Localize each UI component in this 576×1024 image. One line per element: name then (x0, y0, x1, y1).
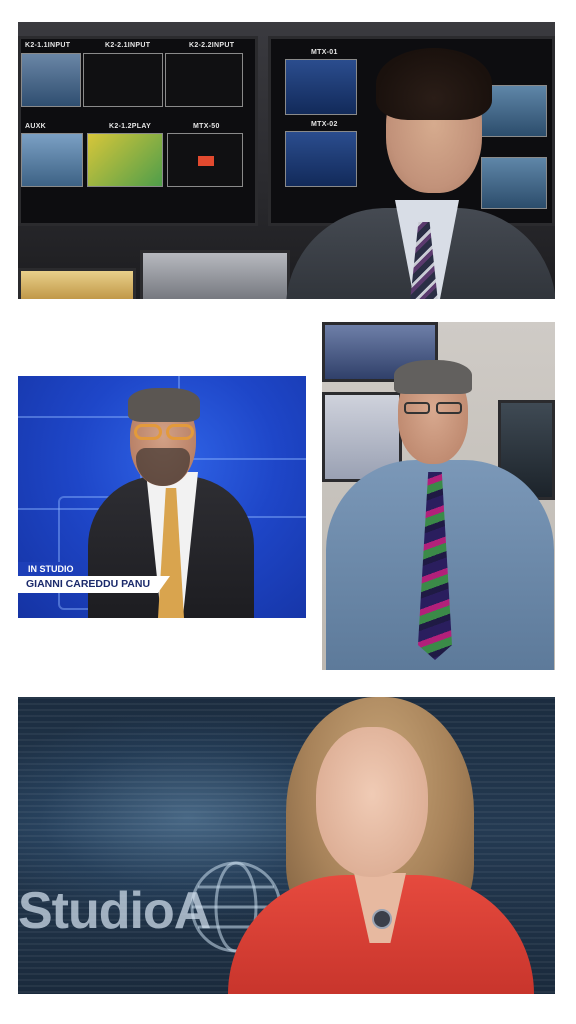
glasses-icon (402, 402, 464, 414)
monitor-wall-left: K2-1.1INPUT K2-2.1INPUT K2-2.2INPUT AUXK… (18, 36, 258, 226)
monitor-label: K2-2.2INPUT (189, 42, 235, 49)
lower-third-tag: IN STUDIO (18, 562, 80, 576)
monitor-tile (87, 133, 163, 187)
monitor-label: K2-1.1INPUT (25, 42, 71, 49)
monitor-label: K2-2.1INPUT (105, 42, 151, 49)
photo-blue-studio: IN STUDIO GIANNI CAREDDU PANU (18, 376, 306, 618)
monitor-label: K2-1.2PLAY (109, 123, 152, 130)
monitor-tile (285, 131, 357, 187)
person-hair (376, 48, 492, 120)
photo-office-monitors (322, 322, 555, 670)
monitor-label: MTX-02 (311, 121, 338, 128)
monitor-tile (83, 53, 163, 107)
monitor-tile (481, 157, 547, 209)
person-hair (394, 360, 472, 394)
monitor-label: MTX-50 (193, 123, 220, 130)
monitor-label: AUXK (25, 123, 47, 130)
monitor-lower-center (140, 250, 290, 299)
monitor-tile (285, 59, 357, 115)
lower-third-name: GIANNI CAREDDU PANU (18, 576, 170, 593)
photo-control-room: K2-1.1INPUT K2-2.1INPUT K2-2.2INPUT AUXK… (18, 22, 555, 299)
monitor-lower-left (18, 268, 136, 299)
studio-logo-text: StudioA (18, 882, 211, 940)
necklace-icon (372, 909, 392, 929)
person-hair (128, 388, 200, 422)
monitor-tile (21, 53, 81, 107)
monitor-tile (167, 133, 243, 187)
photo-studioa-set: StudioA (18, 697, 555, 994)
monitor-tile (21, 133, 83, 187)
glasses-icon (130, 424, 198, 440)
person-face (316, 727, 428, 877)
monitor-tile (165, 53, 243, 107)
monitor-label: MTX-01 (311, 49, 338, 56)
recording-indicator-icon (198, 156, 214, 166)
